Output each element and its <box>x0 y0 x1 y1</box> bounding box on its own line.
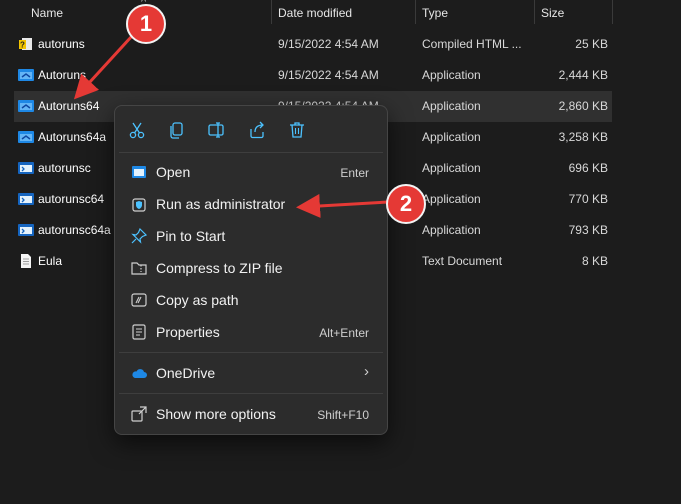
console-app-icon <box>18 193 34 205</box>
column-header: ^ Name Date modified Type Size <box>0 0 681 24</box>
file-size: 8 KB <box>581 254 608 268</box>
column-size[interactable]: Size <box>541 6 564 20</box>
annotation-badge-2: 2 <box>386 184 426 224</box>
menu-item-properties[interactable]: Properties Alt+Enter <box>119 317 383 347</box>
column-divider[interactable] <box>271 0 272 24</box>
column-name[interactable]: Name <box>31 6 63 20</box>
file-type: Text Document <box>422 254 503 268</box>
file-date: 9/15/2022 4:54 AM <box>278 37 379 51</box>
menu-item-label: Compress to ZIP file <box>156 260 283 276</box>
file-type: Application <box>422 130 481 144</box>
file-size: 696 KB <box>568 161 608 175</box>
file-name: Autoruns64a <box>38 130 107 144</box>
file-name: Autoruns64 <box>38 99 100 113</box>
menu-item-label: Open <box>156 164 191 180</box>
menu-divider <box>119 352 383 353</box>
menu-item-label: OneDrive <box>156 365 216 381</box>
console-app-icon <box>18 224 34 236</box>
file-type: Application <box>422 161 481 175</box>
menu-item-run-as-admin[interactable]: Run as administrator <box>119 189 383 219</box>
menu-item-shortcut: Alt+Enter <box>319 326 369 340</box>
file-date: 9/15/2022 4:54 AM <box>278 68 379 82</box>
file-size: 25 KB <box>575 37 608 51</box>
column-type[interactable]: Type <box>422 6 448 20</box>
app-icon <box>18 69 34 81</box>
menu-item-label: Run as administrator <box>156 196 286 212</box>
file-type: Application <box>422 99 481 113</box>
context-menu: Open Enter Run as administrator Pin to S… <box>114 105 388 435</box>
column-date-modified[interactable]: Date modified <box>278 6 352 20</box>
file-name: autoruns <box>38 37 85 51</box>
text-file-icon <box>21 254 31 268</box>
file-type: Application <box>422 68 481 82</box>
file-name: Eula <box>38 254 63 268</box>
properties-icon <box>132 324 146 340</box>
column-divider[interactable] <box>612 0 613 24</box>
menu-item-pin-to-start[interactable]: Pin to Start <box>119 221 383 251</box>
app-icon <box>18 131 34 143</box>
menu-item-show-more-options[interactable]: Show more options Shift+F10 <box>119 399 383 429</box>
menu-item-label: Pin to Start <box>156 228 226 244</box>
file-name: autorunsc <box>38 161 91 175</box>
copy-icon[interactable] <box>167 120 187 140</box>
menu-item-onedrive[interactable]: OneDrive › <box>119 358 383 388</box>
menu-item-label: Properties <box>156 324 220 340</box>
copy-path-icon <box>131 293 147 307</box>
menu-divider <box>119 152 383 153</box>
file-name: autorunsc64a <box>38 223 111 237</box>
annotation-badge-1: 1 <box>126 4 166 44</box>
chevron-right-icon: › <box>364 363 369 380</box>
svg-text:?: ? <box>20 41 25 50</box>
menu-item-open[interactable]: Open Enter <box>119 157 383 187</box>
menu-item-shortcut: Enter <box>340 166 369 180</box>
file-size: 2,860 KB <box>558 99 608 113</box>
file-row[interactable]: ? autoruns 9/15/2022 4:54 AM Compiled HT… <box>14 29 612 60</box>
file-type: Compiled HTML ... <box>422 37 522 51</box>
delete-icon[interactable] <box>287 120 307 140</box>
menu-item-label: Copy as path <box>156 292 239 308</box>
console-app-icon <box>18 162 34 174</box>
column-divider[interactable] <box>534 0 535 24</box>
column-divider[interactable] <box>415 0 416 24</box>
file-row[interactable]: Autoruns 9/15/2022 4:54 AM Application 2… <box>14 60 612 91</box>
menu-item-label: Show more options <box>156 406 276 422</box>
menu-item-compress-zip[interactable]: Compress to ZIP file <box>119 253 383 283</box>
menu-item-shortcut: Shift+F10 <box>317 408 369 422</box>
file-name: autorunsc64 <box>38 192 105 206</box>
rename-icon[interactable] <box>207 120 227 140</box>
cloud-icon <box>132 369 147 378</box>
file-size: 3,258 KB <box>558 130 608 144</box>
menu-divider <box>119 393 383 394</box>
file-type: Application <box>422 192 481 206</box>
cut-icon[interactable] <box>127 120 147 140</box>
file-type: Application <box>422 223 481 237</box>
app-icon <box>18 100 34 112</box>
share-icon[interactable] <box>247 120 267 140</box>
file-size: 2,444 KB <box>558 68 608 82</box>
help-file-icon: ? <box>19 38 32 50</box>
more-options-icon <box>131 406 147 422</box>
pin-icon <box>131 228 147 244</box>
menu-item-copy-as-path[interactable]: Copy as path <box>119 285 383 315</box>
shield-icon <box>132 198 146 212</box>
zip-folder-icon <box>131 262 147 275</box>
file-name: Autoruns <box>38 68 87 82</box>
file-size: 770 KB <box>568 192 608 206</box>
file-size: 793 KB <box>568 223 608 237</box>
open-icon <box>132 166 146 178</box>
